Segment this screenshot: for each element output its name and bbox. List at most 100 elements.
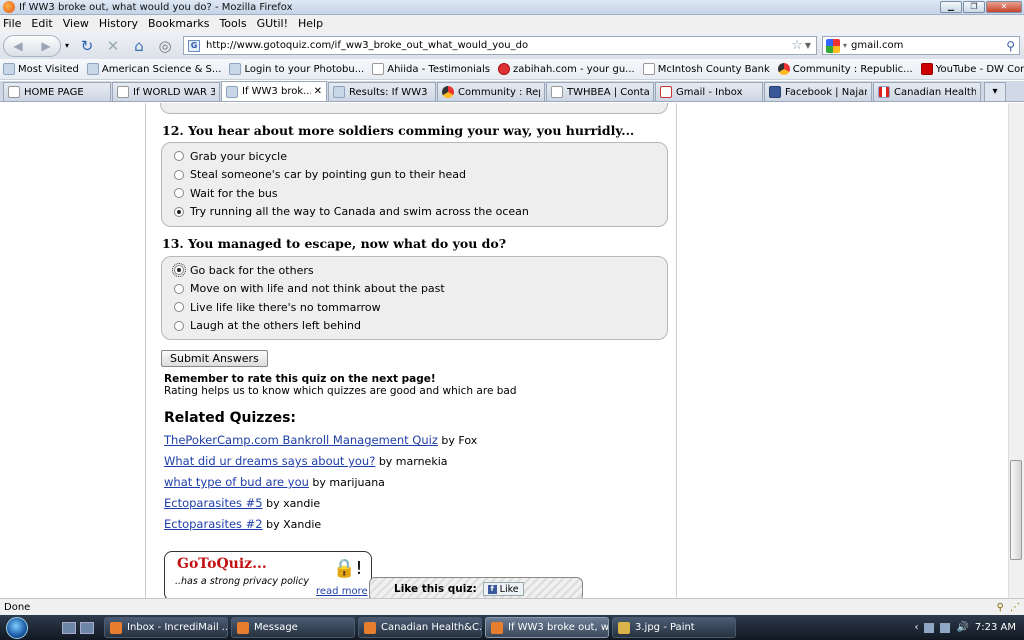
menu-view[interactable]: View <box>63 17 89 30</box>
menu-tools[interactable]: Tools <box>219 17 246 30</box>
read-more-link[interactable]: read more <box>316 586 368 597</box>
url-dropdown-icon[interactable]: ▼ <box>805 41 811 50</box>
related-quiz-link[interactable]: What did ur dreams says about you? <box>164 454 375 468</box>
menu-help[interactable]: Help <box>298 17 323 30</box>
stop-icon[interactable]: ✕ <box>103 36 123 56</box>
minimize-button[interactable]: ▁ <box>940 1 962 13</box>
question-13-options: Go back for the others Move on with life… <box>161 256 668 340</box>
paint-icon <box>618 621 630 634</box>
maximize-button[interactable]: ❐ <box>963 1 985 13</box>
tray-expand-icon[interactable]: ‹ <box>914 622 918 633</box>
answer-option[interactable]: Move on with life and not think about th… <box>174 280 667 299</box>
back-forward-buttons[interactable]: ◀ ▶ <box>3 34 61 57</box>
bookmark-item[interactable]: Ahiida - Testimonials <box>372 63 490 75</box>
search-bar[interactable]: ▾ gmail.com ⚲ <box>822 36 1020 55</box>
menu-gutil[interactable]: GUtil! <box>257 17 288 30</box>
answer-option[interactable]: Laugh at the others left behind <box>174 317 667 336</box>
search-icon[interactable]: ⚲ <box>1006 39 1015 53</box>
show-desktop-icon[interactable] <box>62 621 76 634</box>
like-this-quiz-box: Like this quiz: f Like <box>369 577 583 598</box>
url-text[interactable]: http://www.gotoquiz.com/if_ww3_broke_out… <box>206 40 791 51</box>
back-arrow-icon[interactable]: ◀ <box>13 39 22 53</box>
clock[interactable]: 7:23 AM <box>975 622 1016 633</box>
bookmark-star-icon[interactable]: ☆ <box>791 38 803 53</box>
radio-button[interactable] <box>174 151 184 162</box>
answer-option[interactable]: Grab your bicycle <box>174 147 667 166</box>
taskbar-item-message[interactable]: Message <box>231 617 355 638</box>
bookmark-item[interactable]: American Science & S... <box>86 63 221 75</box>
related-quiz-author: by Xandie <box>266 518 322 531</box>
answer-option[interactable]: Steal someone's car by pointing gun to t… <box>174 166 667 185</box>
menu-file[interactable]: File <box>3 17 21 30</box>
related-quiz-link[interactable]: what type of bud are you <box>164 475 309 489</box>
bookmark-item[interactable]: Most Visited <box>3 63 79 75</box>
tray-app-icon[interactable] <box>940 622 951 633</box>
tab-canadian-health[interactable]: Canadian Health... <box>873 82 981 101</box>
addon-icon[interactable]: ⚲ <box>997 602 1004 613</box>
scrollbar-thumb[interactable] <box>1010 460 1022 560</box>
submit-answers-button[interactable]: Submit Answers <box>161 350 268 367</box>
related-quiz-link[interactable]: Ectoparasites #5 <box>164 496 263 510</box>
answer-option[interactable]: Go back for the others <box>172 261 667 280</box>
list-all-tabs-icon[interactable]: ▾ <box>984 82 1006 101</box>
taskbar-item-firefox-quiz[interactable]: If WW3 broke out, w... <box>485 617 609 638</box>
close-tab-icon[interactable]: ✕ <box>314 86 322 97</box>
radio-button[interactable] <box>174 320 184 331</box>
gotoquiz-logo: GoToQuiz... <box>177 556 267 572</box>
tab-home-page[interactable]: HOME PAGE <box>3 82 111 101</box>
quick-launch <box>62 621 94 634</box>
question-12-options: Grab your bicycle Steal someone's car by… <box>161 142 668 227</box>
gutil-icon[interactable]: ◎ <box>155 36 175 56</box>
radio-button-selected[interactable] <box>174 206 184 217</box>
windows-logo-icon <box>6 616 28 639</box>
firefox-icon <box>3 1 15 13</box>
radio-button[interactable] <box>174 283 184 294</box>
bookmark-icon <box>229 63 242 75</box>
page-icon <box>642 63 655 75</box>
forward-arrow-icon[interactable]: ▶ <box>41 39 50 53</box>
reload-icon[interactable]: ↻ <box>77 36 97 56</box>
windows-taskbar: Inbox - IncrediMail ... Message Canadian… <box>0 615 1024 640</box>
switch-windows-icon[interactable] <box>80 621 94 634</box>
related-quiz-link[interactable]: ThePokerCamp.com Bankroll Management Qui… <box>164 433 438 447</box>
facebook-like-button[interactable]: f Like <box>482 582 524 596</box>
tab-gmail[interactable]: Gmail - Inbox <box>655 82 763 101</box>
radio-button[interactable] <box>174 169 184 180</box>
taskbar-item-canadian-health[interactable]: Canadian Health&C... <box>358 617 482 638</box>
menu-bookmarks[interactable]: Bookmarks <box>148 17 209 30</box>
radio-button[interactable] <box>174 302 184 313</box>
radio-button-selected[interactable] <box>172 263 186 278</box>
taskbar-item-paint[interactable]: 3.jpg - Paint <box>612 617 736 638</box>
network-icon[interactable] <box>924 622 935 633</box>
tab-community[interactable]: Community : Rep... <box>437 82 545 101</box>
firefox-icon <box>491 621 503 634</box>
bookmark-item[interactable]: McIntosh County Bank <box>642 63 770 75</box>
menu-history[interactable]: History <box>99 17 138 30</box>
bookmark-item[interactable]: zabihah.com - your gu... <box>498 63 635 75</box>
history-dropdown-icon[interactable]: ▾ <box>63 36 71 56</box>
tab-facebook[interactable]: Facebook | Najam... <box>764 82 872 101</box>
tab-twhbea[interactable]: TWHBEA | Contac... <box>546 82 654 101</box>
bookmark-item[interactable]: Login to your Photobu... <box>229 63 364 75</box>
search-input[interactable]: gmail.com <box>847 40 1006 51</box>
tab-results[interactable]: Results: If WW3 br... <box>328 82 436 101</box>
close-button[interactable]: ✕ <box>986 1 1022 13</box>
related-quiz-link[interactable]: Ectoparasites #2 <box>164 517 263 531</box>
site-favicon-icon: G <box>188 39 200 52</box>
radio-button[interactable] <box>174 188 184 199</box>
start-button[interactable] <box>0 615 34 640</box>
volume-icon[interactable]: 🔊 <box>956 622 968 633</box>
address-bar[interactable]: G http://www.gotoquiz.com/if_ww3_broke_o… <box>183 36 817 55</box>
tab-world-war-3[interactable]: If WORLD WAR 3 ... <box>112 82 220 101</box>
answer-option[interactable]: Wait for the bus <box>174 184 667 203</box>
taskbar-item-incredimail[interactable]: Inbox - IncrediMail ... <box>104 617 228 638</box>
bookmark-item[interactable]: Community : Republic... <box>777 63 913 75</box>
answer-option[interactable]: Try running all the way to Canada and sw… <box>174 203 667 222</box>
resize-grip-icon[interactable]: ⋰ <box>1010 602 1020 613</box>
google-search-engine-icon[interactable] <box>826 38 840 53</box>
answer-option[interactable]: Live life like there's no tommarrow <box>174 298 667 317</box>
tab-active-quiz[interactable]: If WW3 brok... ✕ <box>221 81 327 101</box>
menu-edit[interactable]: Edit <box>31 17 52 30</box>
bookmark-item[interactable]: YouTube - DW Compa... <box>920 63 1024 75</box>
home-icon[interactable]: ⌂ <box>129 36 149 56</box>
